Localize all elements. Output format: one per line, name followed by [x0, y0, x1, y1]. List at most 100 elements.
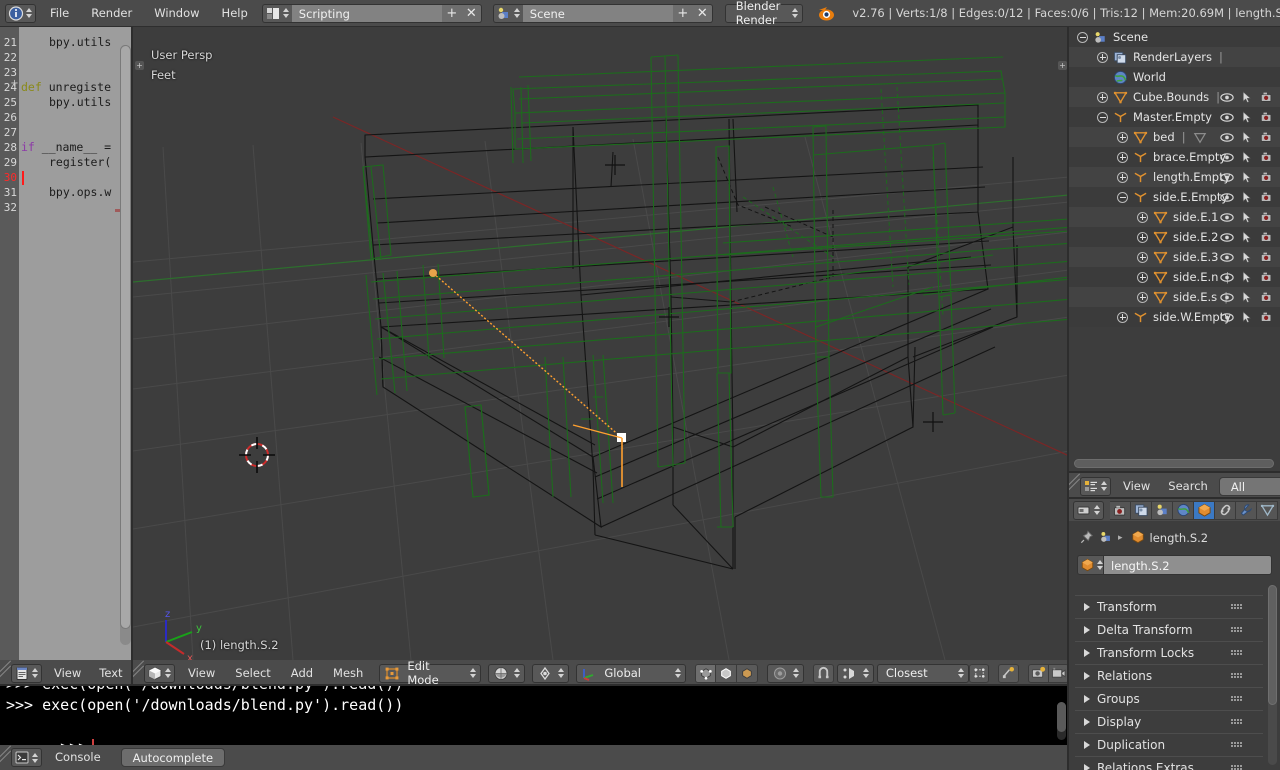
text-menu-text[interactable]: Text	[90, 660, 131, 686]
camera-icon[interactable]	[1257, 190, 1277, 204]
3d-view-icon[interactable]	[144, 663, 175, 683]
interaction-mode-selector[interactable]: Edit Mode	[379, 659, 482, 687]
collapse-icon[interactable]	[1077, 31, 1088, 43]
console-scroll-thumb[interactable]	[1057, 702, 1066, 732]
drag-dots-icon[interactable]	[1231, 696, 1243, 703]
camera-icon[interactable]	[1257, 290, 1277, 304]
modifiers-tab[interactable]	[1236, 500, 1257, 520]
cursor-arrow-icon[interactable]	[1237, 270, 1257, 284]
code-line[interactable]: 28 if __name__ =	[0, 140, 133, 155]
property-panel-header[interactable]: Delta Transform	[1075, 618, 1263, 641]
vp-menu-view[interactable]: View	[178, 660, 225, 686]
drag-dots-icon[interactable]	[1231, 719, 1243, 726]
object-name-field[interactable]: length.S.2	[1077, 555, 1272, 575]
outliner-item-label[interactable]: RenderLayers	[1133, 50, 1212, 64]
snap-element-selector[interactable]	[836, 663, 874, 683]
expand-icon[interactable]	[1117, 131, 1128, 143]
viewport-shading-selector[interactable]	[488, 663, 526, 683]
expand-icon[interactable]	[1117, 171, 1128, 183]
outliner-row[interactable]: Master.Empty	[1069, 107, 1280, 127]
viewport-canvas[interactable]: z y x	[133, 27, 1069, 660]
expand-icon[interactable]	[1137, 211, 1148, 223]
add-layout-button[interactable]: +	[441, 3, 462, 23]
text-editor-scrollbar[interactable]	[120, 45, 131, 645]
cursor-arrow-icon[interactable]	[1237, 290, 1257, 304]
camera-icon[interactable]	[1257, 310, 1277, 324]
python-console-area[interactable]: >>> exec(open('/downloads/blend.py').rea…	[0, 686, 1069, 745]
screen-layout-icon[interactable]	[261, 3, 292, 23]
text-menu-view[interactable]: View	[45, 660, 90, 686]
transform-orientation-selector[interactable]: Global	[576, 663, 687, 683]
expand-icon[interactable]	[1137, 231, 1148, 243]
outliner-area[interactable]: Scene RenderLayers | World Cube.Bounds | Maste…	[1069, 27, 1280, 473]
cursor-arrow-icon[interactable]	[1237, 110, 1257, 124]
screen-layout-selector[interactable]: Scripting + ✕	[261, 3, 482, 23]
outliner-row[interactable]: side.E.2	[1069, 227, 1280, 247]
data-tab[interactable]	[1257, 500, 1278, 520]
constraints-tab[interactable]	[1215, 500, 1236, 520]
outliner-item-label[interactable]: side.E.1	[1173, 210, 1218, 224]
cursor-arrow-icon[interactable]	[1237, 210, 1257, 224]
scene-icon[interactable]	[492, 3, 523, 23]
screen-layout-name[interactable]: Scripting	[291, 3, 442, 23]
divider-props[interactable]	[1069, 471, 1280, 473]
add-scene-button[interactable]: +	[672, 3, 693, 23]
eye-icon[interactable]	[1217, 90, 1237, 104]
scrollbar-thumb[interactable]	[120, 45, 131, 629]
drag-dots-icon[interactable]	[1231, 650, 1243, 657]
outliner-rows[interactable]: Scene RenderLayers | World Cube.Bounds | Maste…	[1069, 27, 1280, 327]
camera-icon[interactable]	[1257, 130, 1277, 144]
expand-icon[interactable]	[1137, 271, 1148, 283]
eye-icon[interactable]	[1217, 130, 1237, 144]
eye-icon[interactable]	[1217, 230, 1237, 244]
code-line[interactable]: 31 bpy.ops.w	[0, 185, 133, 200]
properties-tab-bar[interactable]	[1069, 499, 1280, 521]
cursor-arrow-icon[interactable]	[1237, 90, 1257, 104]
expand-icon[interactable]	[1097, 91, 1108, 103]
cursor-arrow-icon[interactable]	[1237, 170, 1257, 184]
menu-file[interactable]: File	[39, 0, 80, 27]
outliner-row[interactable]: side.E.1	[1069, 207, 1280, 227]
eye-icon[interactable]	[1217, 210, 1237, 224]
cursor-arrow-icon[interactable]	[1237, 190, 1257, 204]
properties-area[interactable]: ▸ length.S.2 length.S.2 Transform Delta …	[1069, 499, 1280, 770]
blender-info-icon[interactable]	[5, 3, 36, 23]
cursor-arrow-icon[interactable]	[1237, 250, 1257, 264]
outliner-item-label[interactable]: Master.Empty	[1133, 110, 1212, 124]
drag-dots-icon[interactable]	[1231, 742, 1243, 749]
eye-icon[interactable]	[1217, 190, 1237, 204]
camera-icon[interactable]	[1257, 150, 1277, 164]
outliner-item-label[interactable]: Cube.Bounds	[1133, 90, 1209, 104]
divider-props2[interactable]	[1069, 497, 1280, 499]
pivot-point-selector[interactable]	[532, 663, 570, 683]
cursor-arrow-icon[interactable]	[1237, 230, 1257, 244]
outliner-display-mode[interactable]: All Scenes	[1218, 476, 1280, 513]
area-resize-grip-console[interactable]	[0, 745, 11, 770]
expand-icon[interactable]	[1137, 291, 1148, 303]
eye-icon[interactable]	[1217, 290, 1237, 304]
outliner-item-label[interactable]: World	[1133, 70, 1166, 84]
camera-icon[interactable]	[1257, 110, 1277, 124]
outliner-item-label[interactable]: side.E.n	[1173, 270, 1218, 284]
render-tab[interactable]	[1110, 500, 1131, 520]
render-engine-selector[interactable]: Blender Render	[724, 0, 804, 27]
render-layers-tab[interactable]	[1131, 500, 1152, 520]
property-panel-header[interactable]: Display	[1075, 710, 1263, 733]
eye-icon[interactable]	[1217, 270, 1237, 284]
area-resize-grip-outliner[interactable]	[1069, 473, 1080, 499]
breadcrumb-object-icon[interactable]	[1131, 530, 1145, 547]
object-name-value[interactable]: length.S.2	[1104, 555, 1272, 575]
snap-peel-icon[interactable]	[968, 663, 990, 683]
vp-menu-add[interactable]: Add	[281, 660, 323, 686]
expand-icon[interactable]	[1117, 311, 1128, 323]
cursor-arrow-icon[interactable]	[1237, 310, 1257, 324]
drag-dots-icon[interactable]	[1231, 604, 1243, 611]
outliner-row[interactable]: side.E.s|	[1069, 287, 1280, 307]
area-resize-grip-viewport[interactable]	[133, 660, 144, 686]
outliner-row[interactable]: length.Empty	[1069, 167, 1280, 187]
toolshelf-handle[interactable]: +	[135, 61, 144, 70]
breadcrumb-scene-icon[interactable]	[1099, 530, 1113, 547]
eye-icon[interactable]	[1217, 110, 1237, 124]
outliner-row[interactable]: Cube.Bounds |	[1069, 87, 1280, 107]
menu-window[interactable]: Window	[143, 0, 210, 27]
